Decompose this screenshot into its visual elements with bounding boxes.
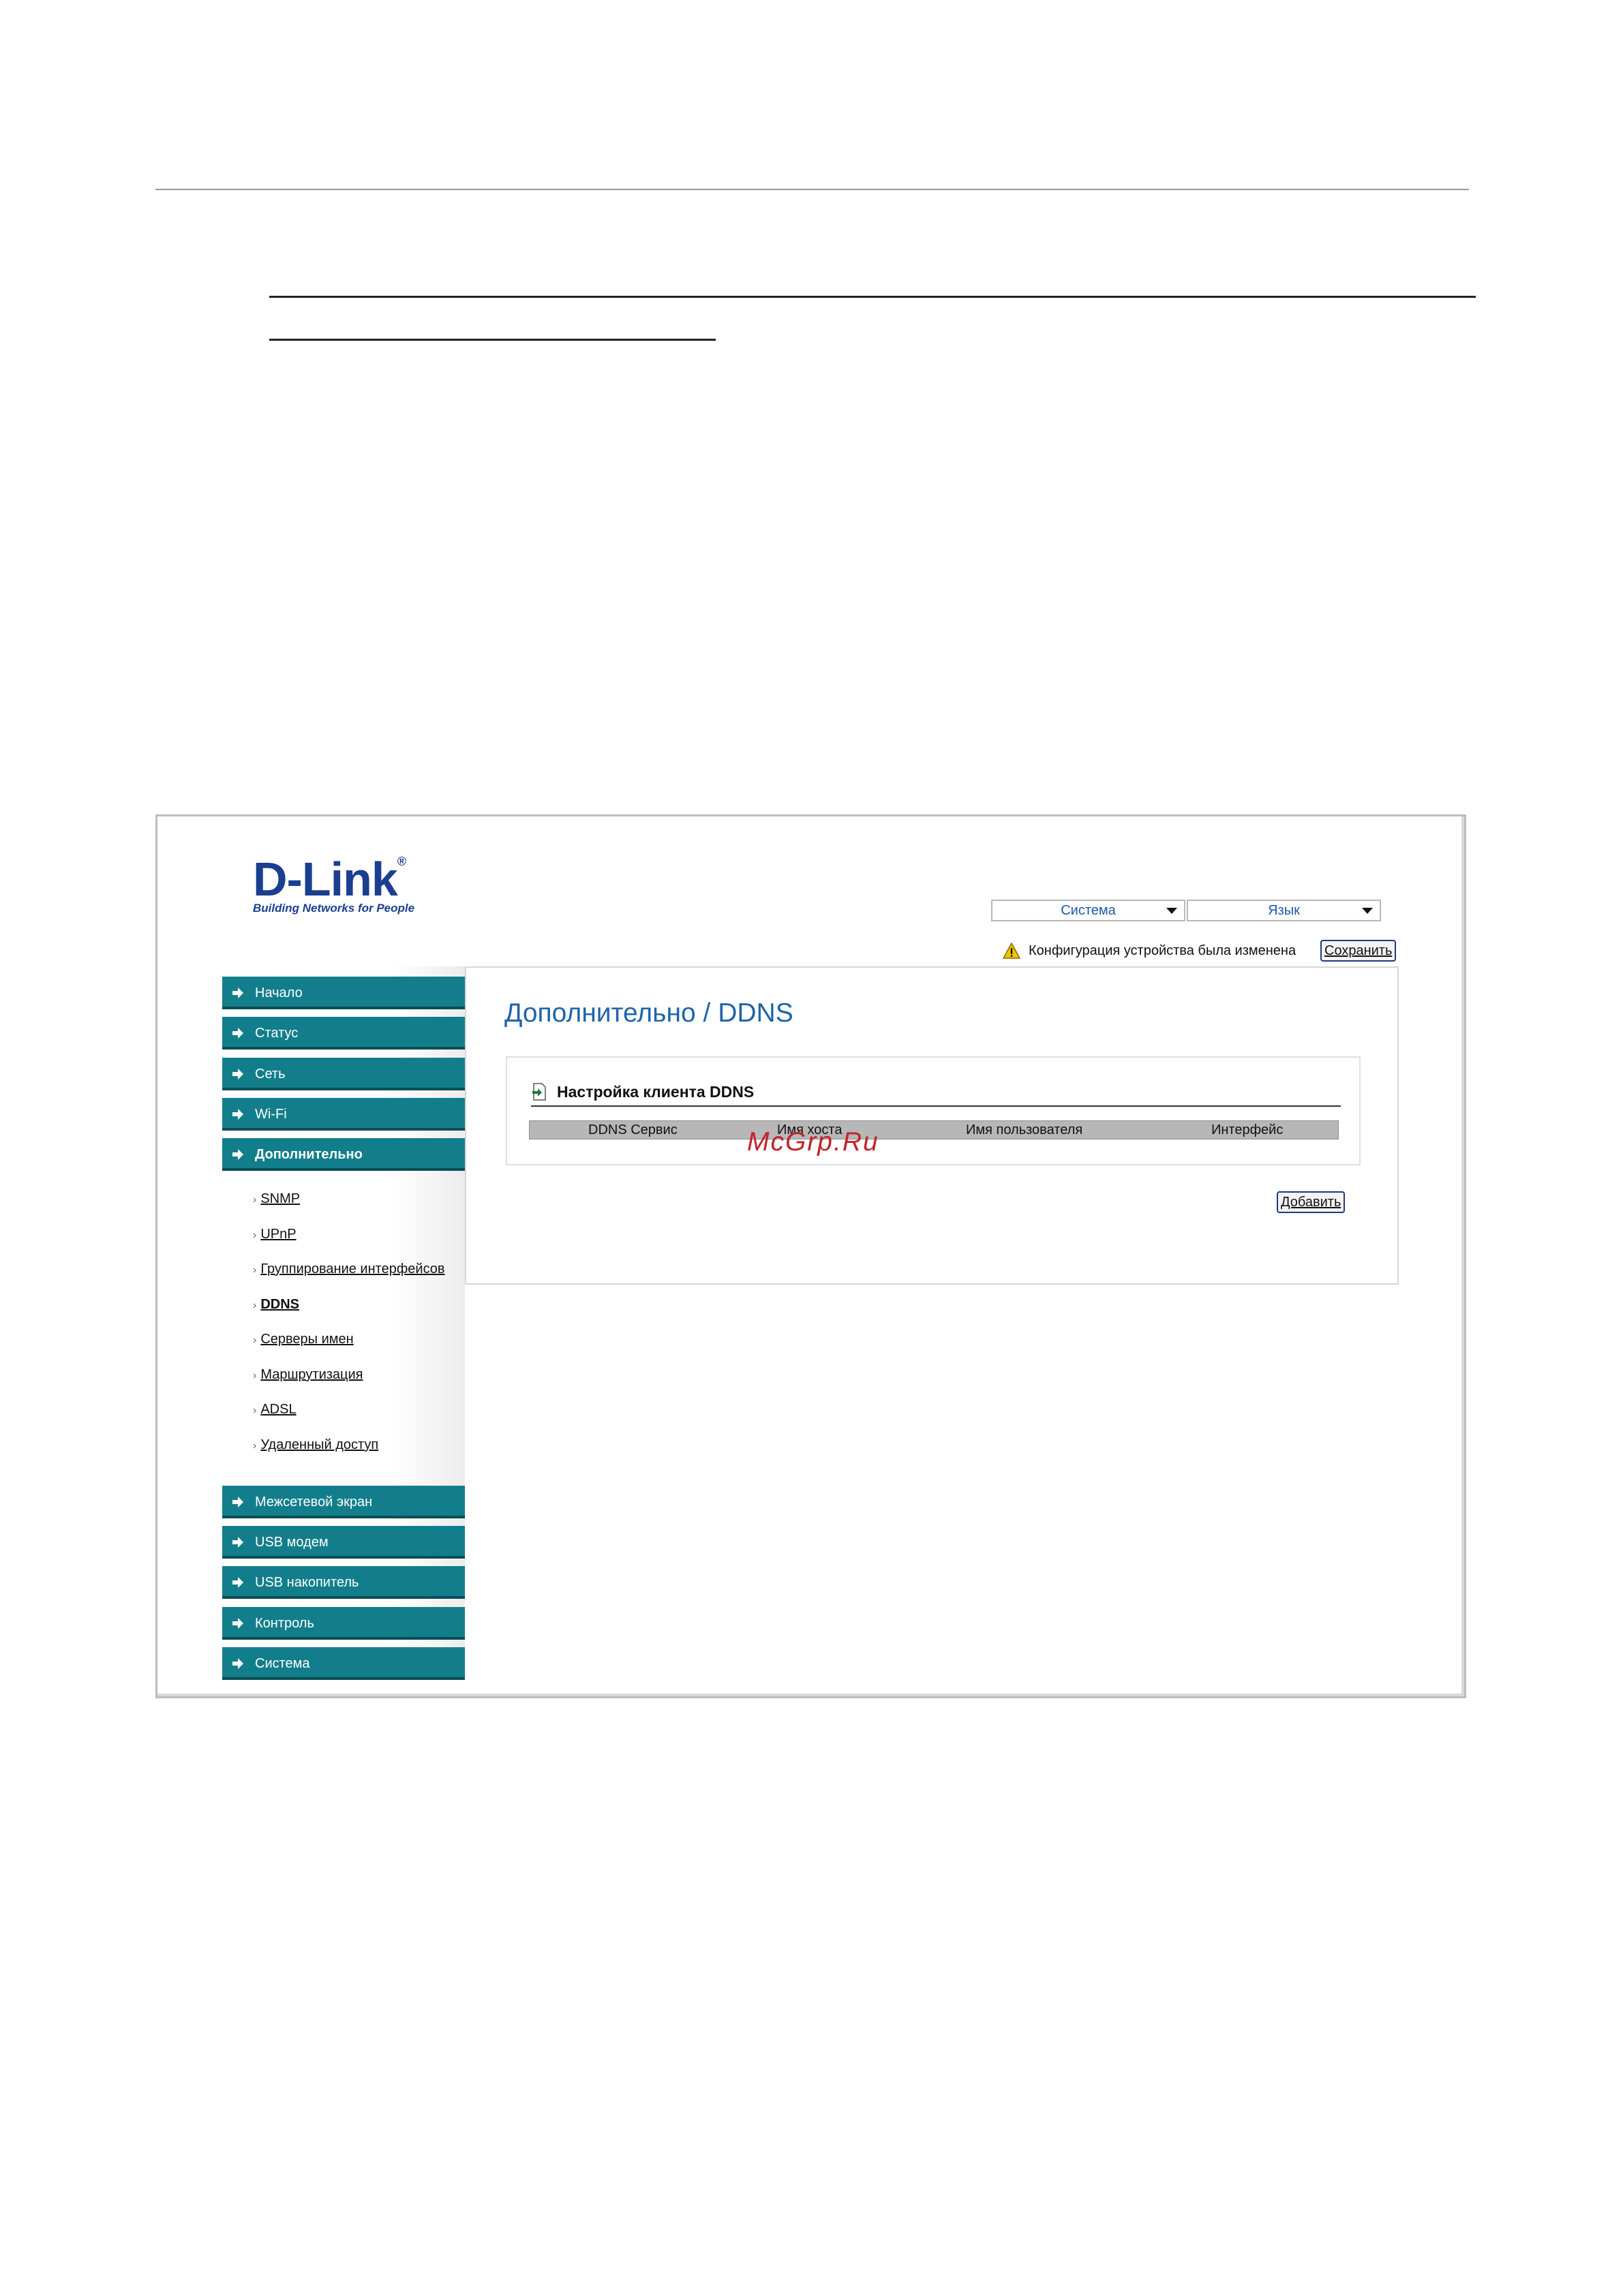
arrow-right-icon	[232, 1577, 243, 1588]
chevron-right-icon: ›	[253, 1300, 257, 1311]
chevron-right-icon: ›	[253, 1194, 257, 1206]
sidebar-item-label: USB накопитель	[255, 1575, 359, 1590]
arrow-right-icon	[232, 1149, 243, 1160]
sidebar-item-label: Статус	[255, 1026, 299, 1041]
column-interface: Интерфейс	[1211, 1122, 1284, 1137]
sidebar-item-status[interactable]: Статус	[222, 1017, 465, 1050]
chevron-down-icon	[1166, 908, 1177, 914]
submenu-item-adsl[interactable]: › ADSL	[253, 1402, 297, 1418]
submenu-item-ddns[interactable]: › DDNS	[253, 1297, 299, 1313]
submenu-link[interactable]: Удаленный доступ	[260, 1437, 378, 1452]
submenu-link[interactable]: Группирование интерфейсов	[260, 1261, 444, 1276]
heading-underline-2	[269, 339, 716, 341]
chevron-right-icon: ›	[253, 1440, 257, 1452]
arrow-right-icon	[232, 1497, 243, 1507]
submenu-item-name-servers[interactable]: › Серверы имен	[253, 1332, 354, 1347]
sidebar-item-firewall[interactable]: Межсетевой экран	[222, 1486, 465, 1518]
sidebar: Начало Статус Сеть Wi-Fi Дополнительно ›…	[222, 966, 465, 1680]
sidebar-item-label: Межсетевой экран	[255, 1495, 373, 1510]
arrow-right-icon	[232, 1028, 243, 1039]
sidebar-item-label: Контроль	[255, 1616, 314, 1631]
submenu-item-routing[interactable]: › Маршрутизация	[253, 1367, 363, 1383]
arrow-right-icon	[232, 1069, 243, 1080]
sidebar-item-label: Сеть	[255, 1067, 286, 1082]
submenu-link[interactable]: DDNS	[260, 1297, 299, 1312]
logo-wordmark: D-Link	[253, 853, 398, 906]
chevron-right-icon: ›	[253, 1370, 257, 1381]
config-changed-notice: Конфигурация устройства была изменена	[1003, 940, 1296, 962]
sidebar-item-advanced[interactable]: Дополнительно	[222, 1138, 465, 1171]
chevron-right-icon: ›	[253, 1229, 257, 1241]
main-content: Дополнительно / DDNS Настройка клиента D…	[465, 966, 1399, 1285]
arrow-right-icon	[232, 988, 243, 998]
page-title: Дополнительно / DDNS	[504, 998, 793, 1028]
warning-icon	[1003, 943, 1020, 959]
dlink-logo: D-Link® Building Networks for People	[253, 855, 414, 915]
sidebar-item-usb-modem[interactable]: USB модем	[222, 1526, 465, 1559]
column-username: Имя пользователя	[966, 1122, 1083, 1137]
arrow-right-icon	[232, 1537, 243, 1548]
sidebar-item-label: Wi-Fi	[255, 1107, 287, 1122]
arrow-right-icon	[232, 1618, 243, 1629]
router-ui-screenshot: D-Link® Building Networks for People Сис…	[155, 814, 1466, 1698]
logo-tagline: Building Networks for People	[253, 902, 415, 915]
sidebar-item-usb-storage[interactable]: USB накопитель	[222, 1566, 465, 1599]
system-dropdown[interactable]: Система	[991, 900, 1185, 921]
ddns-client-panel: Настройка клиента DDNS DDNS Сервис Имя х…	[506, 1056, 1361, 1165]
sidebar-item-label: Дополнительно	[255, 1147, 363, 1162]
page-top-rule	[155, 189, 1469, 190]
chevron-right-icon: ›	[253, 1264, 257, 1276]
panel-title: Настройка клиента DDNS	[557, 1082, 755, 1101]
column-ddns-service: DDNS Сервис	[588, 1122, 678, 1137]
sidebar-item-network[interactable]: Сеть	[222, 1058, 465, 1090]
sidebar-item-home[interactable]: Начало	[222, 977, 465, 1009]
heading-underline	[269, 296, 1476, 298]
notice-text: Конфигурация устройства была изменена	[1029, 943, 1296, 958]
add-button[interactable]: Добавить	[1277, 1191, 1346, 1213]
submenu-link[interactable]: Серверы имен	[260, 1332, 353, 1347]
language-dropdown-label: Язык	[1268, 903, 1300, 918]
sidebar-item-label: Система	[255, 1656, 310, 1671]
submenu-item-remote-access[interactable]: › Удаленный доступ	[253, 1437, 378, 1453]
sidebar-item-label: Начало	[255, 985, 303, 1000]
submenu-item-upnp[interactable]: › UPnP	[253, 1227, 297, 1242]
submenu-link[interactable]: ADSL	[260, 1402, 296, 1417]
chevron-right-icon: ›	[253, 1405, 257, 1416]
chevron-down-icon	[1362, 908, 1373, 914]
document-arrow-icon	[532, 1083, 546, 1101]
system-dropdown-label: Система	[1061, 903, 1116, 918]
logo-registered-mark: ®	[397, 855, 406, 868]
sidebar-item-control[interactable]: Контроль	[222, 1607, 465, 1640]
sidebar-item-system[interactable]: Система	[222, 1647, 465, 1680]
language-dropdown[interactable]: Язык	[1187, 900, 1381, 921]
arrow-right-icon	[232, 1658, 243, 1669]
save-button[interactable]: Сохранить	[1320, 940, 1397, 962]
panel-header: Настройка клиента DDNS	[531, 1078, 1341, 1107]
submenu-link[interactable]: Маршрутизация	[260, 1367, 363, 1382]
table-header-row: DDNS Сервис Имя хоста Имя пользователя И…	[529, 1120, 1339, 1139]
sidebar-item-wifi[interactable]: Wi-Fi	[222, 1098, 465, 1131]
watermark: McGrp.Ru	[747, 1127, 879, 1157]
submenu-item-interface-grouping[interactable]: › Группирование интерфейсов	[253, 1261, 445, 1277]
chevron-right-icon: ›	[253, 1334, 257, 1346]
sidebar-item-label: USB модем	[255, 1535, 329, 1550]
submenu-link[interactable]: UPnP	[260, 1227, 296, 1242]
submenu-item-snmp[interactable]: › SNMP	[253, 1191, 300, 1207]
submenu-link[interactable]: SNMP	[260, 1191, 300, 1206]
arrow-right-icon	[232, 1109, 243, 1120]
